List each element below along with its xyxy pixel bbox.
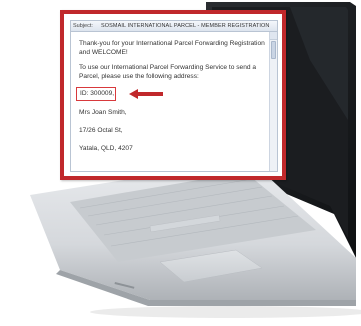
- email-body: Thank-you for your International Parcel …: [76, 39, 267, 162]
- scroll-thumb[interactable]: [271, 41, 276, 59]
- greeting-paragraph: Thank-you for your International Parcel …: [79, 40, 265, 56]
- subject-label: Subject:: [73, 23, 93, 29]
- address-line-1: Mrs Joan Smith,: [79, 109, 127, 116]
- subject-bar: Subject: SOSMAIL INTERNATIONAL PARCEL - M…: [71, 21, 277, 32]
- address-line-3: Yatala, QLD, 4207: [79, 145, 133, 152]
- member-id-row: ID: 300009,: [76, 87, 267, 103]
- email-window: Subject: SOSMAIL INTERNATIONAL PARCEL - M…: [70, 20, 278, 172]
- address-line-2: 17/26 Octal St,: [79, 127, 123, 134]
- instructions-paragraph: To use our International Parcel Forwardi…: [79, 64, 257, 80]
- scroll-up-button[interactable]: [270, 32, 277, 40]
- subject-text: SOSMAIL INTERNATIONAL PARCEL - MEMBER RE…: [101, 23, 270, 29]
- email-callout: Subject: SOSMAIL INTERNATIONAL PARCEL - M…: [60, 10, 286, 180]
- vertical-scrollbar[interactable]: [269, 32, 277, 171]
- arrow-left-icon: [129, 89, 163, 99]
- member-id: ID: 300009,: [76, 87, 116, 101]
